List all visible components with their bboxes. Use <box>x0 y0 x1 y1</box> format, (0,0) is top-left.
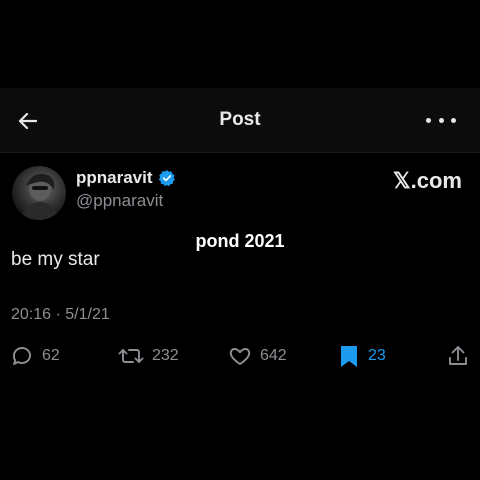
share-icon <box>449 346 467 365</box>
repost-icon <box>118 349 144 363</box>
bookmark-count: 23 <box>368 347 386 364</box>
repost-button[interactable]: 232 <box>118 342 179 370</box>
reply-button[interactable]: 62 <box>10 342 60 370</box>
author-name-row[interactable]: ppnaravit <box>76 168 176 188</box>
author-display-name[interactable]: ppnaravit <box>76 168 153 188</box>
like-button[interactable]: 642 <box>228 342 287 370</box>
more-options-button[interactable] <box>426 109 456 131</box>
top-bar: Post <box>0 88 480 153</box>
avatar[interactable] <box>12 166 66 220</box>
post-text: be my star <box>11 249 100 270</box>
heart-icon <box>229 348 251 365</box>
page-title: Post <box>219 109 261 130</box>
more-horizontal-icon <box>426 117 431 123</box>
action-bar: 62 232 642 23 <box>0 342 480 370</box>
like-count: 642 <box>260 347 287 364</box>
author-handle[interactable]: @ppnaravit <box>76 191 163 211</box>
bookmark-icon <box>341 346 357 367</box>
share-button[interactable] <box>446 342 470 370</box>
reply-count: 62 <box>42 347 60 364</box>
x-com-watermark: 𝕏.com <box>392 168 462 193</box>
reply-icon <box>13 347 31 365</box>
repost-count: 232 <box>152 347 179 364</box>
verified-badge-icon <box>158 170 175 187</box>
post-timestamp[interactable]: 20:16 · 5/1/21 <box>11 306 110 324</box>
bookmark-button[interactable]: 23 <box>338 342 386 370</box>
